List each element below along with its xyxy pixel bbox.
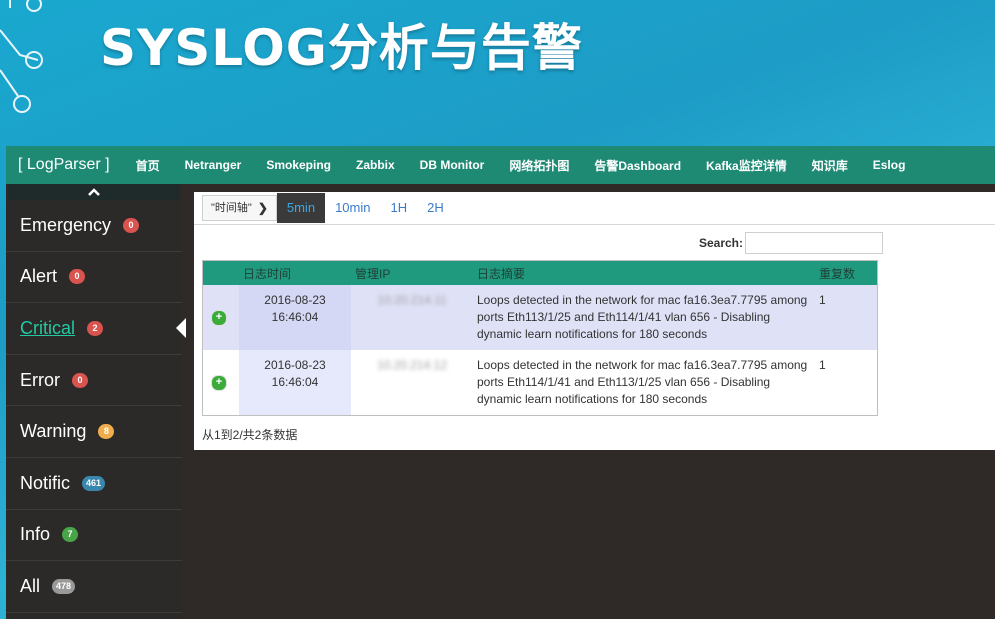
timeline-option-10min[interactable]: 10min [325,193,380,223]
sidebar-item-critical[interactable]: Critical 2 [6,303,186,355]
expand-plus-icon[interactable]: + [211,375,227,391]
sidebar-item-warning[interactable]: Warning 8 [6,406,182,458]
nav-item-eslog[interactable]: Eslog [873,158,906,172]
nav-item-kafka-monitor[interactable]: Kafka监控详情 [706,157,787,174]
log-date: 2016-08-23 [264,293,326,307]
active-indicator-icon [176,318,186,339]
nav-item-db-monitor[interactable]: DB Monitor [420,158,485,172]
table-header-row: 日志时间 管理IP 日志摘要 重复数 [202,260,878,285]
sidebar-item-label: Info [20,524,51,545]
sidebar-item-emergency[interactable]: Emergency 0 [6,200,182,252]
top-navbar: [ LogParser ] 首页 Netranger Smokeping Zab… [6,146,995,184]
repeat-count-cell: 1 [815,350,878,416]
sidebar-item-label: Critical [20,317,76,338]
sidebar-item-label: Emergency [20,214,112,235]
nav-item-smokeping[interactable]: Smokeping [266,158,331,172]
log-table: 日志时间 管理IP 日志摘要 重复数 + 2016-08-23 16:46:04 [202,260,878,416]
chevron-right-icon: ❯ [257,201,268,215]
sidebar-item-label: Error [20,369,60,390]
count-badge: 8 [98,424,115,440]
timeline-label[interactable]: "时间轴" ❯ [202,195,277,221]
nav-item-network-topology[interactable]: 网络拓扑图 [509,157,569,174]
search-label: Search: [698,236,743,250]
ip-cell: 10.20.214.11 [351,285,473,350]
table-row[interactable]: + 2016-08-23 16:46:04 10.20.214.11 Loops… [202,285,878,350]
ip-cell: 10.20.214.12 [351,350,473,416]
sidebar-item-notific[interactable]: Notific 461 [6,458,182,510]
nav-item-home[interactable]: 首页 [136,157,160,174]
sidebar-item-alert[interactable]: Alert 0 [6,252,182,304]
log-date: 2016-08-23 [264,358,326,372]
sidebar-item-label: Warning [20,421,87,442]
severity-sidebar: Emergency 0 Alert 0 Critical 2 Error 0 W… [6,184,186,619]
sidebar-collapse-button[interactable] [8,184,180,200]
count-badge: 0 [69,269,86,285]
count-badge: 7 [62,527,79,543]
column-header-summary[interactable]: 日志摘要 [473,260,815,285]
timeline-option-5min[interactable]: 5min [276,193,326,223]
count-badge: 478 [52,578,76,594]
expand-cell: + [202,285,239,350]
column-header-repeat[interactable]: 重复数 [815,260,878,285]
sidebar-item-label: Notific [20,472,71,493]
logparser-app: [ LogParser ] 首页 Netranger Smokeping Zab… [6,146,995,619]
circuit-decoration [0,0,43,113]
brand-logo[interactable]: [ LogParser ] [18,156,110,174]
timeline-option-2h[interactable]: 2H [417,193,454,223]
time-cell: 2016-08-23 16:46:04 [239,285,351,350]
timeline-label-text: "时间轴" [211,202,252,214]
sidebar-item-label: All [20,575,41,596]
log-panel: "时间轴" ❯ 5min 10min 1H 2H Search: 日志时间 管理… [194,192,995,450]
count-badge: 0 [123,217,140,233]
nav-item-netranger[interactable]: Netranger [185,158,242,172]
management-ip: 10.20.214.12 [376,358,448,372]
column-header-time[interactable]: 日志时间 [239,260,351,285]
sidebar-item-error[interactable]: Error 0 [6,355,182,407]
nav-item-zabbix[interactable]: Zabbix [356,158,395,172]
search-row: Search: [699,232,883,254]
expand-plus-icon[interactable]: + [211,310,227,326]
nav-item-alert-dashboard[interactable]: 告警Dashboard [594,157,681,174]
table-info: 从1到2/共2条数据 [202,428,298,442]
management-ip: 10.20.214.11 [377,293,447,307]
column-header-ip[interactable]: 管理IP [351,260,473,285]
count-badge: 461 [82,475,106,491]
timeline-option-1h[interactable]: 1H [380,193,417,223]
search-input[interactable] [745,232,883,254]
timeline-bar: "时间轴" ❯ 5min 10min 1H 2H [194,192,995,225]
time-cell: 2016-08-23 16:46:04 [239,350,351,416]
sidebar-item-all[interactable]: All 478 [6,561,182,613]
count-badge: 0 [72,372,88,388]
count-badge: 2 [87,320,104,336]
slide-title: SYSLOG分析与告警 [100,19,583,77]
expand-column-header [202,260,239,285]
table-row[interactable]: + 2016-08-23 16:46:04 10.20.214.12 Loops… [202,350,878,416]
repeat-count-cell: 1 [815,285,878,350]
chevron-up-icon [88,188,100,196]
log-time: 16:46:04 [271,375,319,389]
sidebar-item-label: Alert [20,266,58,287]
expand-cell: + [202,350,239,416]
nav-item-knowledge-base[interactable]: 知识库 [812,157,848,174]
sidebar-item-info[interactable]: Info 7 [6,510,182,562]
summary-cell: Loops detected in the network for mac fa… [473,285,815,350]
log-time: 16:46:04 [271,310,319,324]
summary-cell: Loops detected in the network for mac fa… [473,350,815,416]
